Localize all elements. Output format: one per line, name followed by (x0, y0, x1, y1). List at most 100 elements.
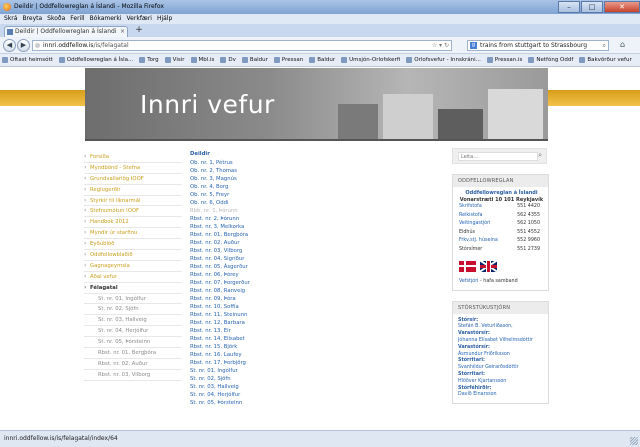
lodge-link[interactable]: Rbst. nr. 01, Bergþóra (190, 231, 350, 239)
left-nav-subitem[interactable]: Rbst. nr. 03, Vilborg (84, 370, 182, 381)
left-nav-item[interactable]: Myndir úr starfinu (84, 228, 182, 240)
officer-name[interactable]: Jóhanna Elísabet Vilhelmsdóttir (458, 338, 543, 345)
close-window-button[interactable]: ✕ (604, 1, 640, 13)
officer-name[interactable]: Hlöðver Kjartansson (458, 379, 543, 386)
menu-tools[interactable]: Verkfæri (127, 14, 152, 24)
lodge-link[interactable]: Ob. nr. 5, Freyr (190, 191, 350, 199)
left-nav-item[interactable]: Styrkir til líknarmál (84, 196, 182, 207)
lodge-link[interactable]: Rbb. nr. 1, Þórunn (190, 207, 350, 215)
maximize-button[interactable]: □ (581, 1, 603, 13)
left-nav-item[interactable]: Grundvallarlög IOOF (84, 174, 182, 185)
bookmark-item[interactable]: Baldur (241, 57, 268, 63)
contact-label[interactable]: Veitingastjóri (459, 220, 490, 229)
contact-label[interactable]: Frkv.stj. húseina (459, 237, 498, 246)
bookmark-item[interactable]: Oftast heimsótt (2, 57, 53, 63)
search-icon[interactable]: ⌕ (603, 41, 606, 50)
left-nav-subitem[interactable]: St. nr. 04, Herjólfur (84, 326, 182, 338)
search-bar[interactable]: g trains from stuttgart to Strassbourg ⌕ (467, 40, 609, 51)
bookmark-item[interactable]: Netfóng Oddf (528, 57, 573, 63)
left-nav-item[interactable]: Eyðublöð (84, 239, 182, 251)
search-icon[interactable]: ⌕ (538, 151, 542, 160)
lodge-link[interactable]: Rbst. nr. 03, Vilborg (190, 247, 350, 255)
contact-label[interactable]: Skrifstofa (459, 203, 482, 212)
left-nav-item[interactable]: Myndbönd - Stefna (84, 163, 182, 174)
left-nav-item[interactable]: Forsíða (84, 152, 182, 163)
lodge-link[interactable]: Rbst. nr. 16, Laufey (190, 351, 350, 359)
google-icon[interactable]: g (470, 42, 477, 49)
lodge-link[interactable]: St. nr. 03, Hallveig (190, 383, 350, 391)
url-bar-icons[interactable]: ☆ ▾ ↻ (432, 41, 449, 50)
lodge-link[interactable]: Ob. nr. 3, Magnús (190, 175, 350, 183)
officer-name[interactable]: Svanhildur Geirarðsdóttir (458, 365, 543, 372)
bookmark-item[interactable]: Mbl.is (190, 57, 214, 63)
officer-name[interactable]: Davíð Einarsson (458, 392, 543, 399)
lodge-link[interactable]: Rbst. nr. 12, Barbara (190, 319, 350, 327)
bookmark-item[interactable]: Dv (220, 57, 236, 63)
lodge-link[interactable]: Ob. nr. 6, Oddi (190, 199, 350, 207)
bookmark-item[interactable]: Pressan.is (486, 57, 522, 63)
bookmark-item[interactable]: Visir (164, 57, 185, 63)
lodge-link[interactable]: St. nr. 01, Ingólfur (190, 367, 350, 375)
left-nav-subitem[interactable]: Rbst. nr. 01, Bergþóra (84, 348, 182, 359)
lodge-link[interactable]: Rbst. nr. 06, Þórey (190, 271, 350, 279)
bookmark-item[interactable]: Torg (139, 57, 159, 63)
tab-close-icon[interactable]: × (120, 27, 125, 37)
resize-grip-icon[interactable] (630, 437, 638, 445)
left-nav-subitem[interactable]: St. nr. 05, Þórsteinn (84, 337, 182, 349)
left-nav-item[interactable]: Félagatal (84, 283, 182, 294)
home-icon[interactable]: ⌂ (620, 40, 625, 49)
tab-deildir[interactable]: Deildir | Oddfellowreglan á Íslandi × (4, 26, 128, 37)
danish-flag-icon[interactable] (459, 260, 476, 272)
forward-button[interactable]: ▶ (17, 39, 30, 52)
back-button[interactable]: ◀ (3, 39, 16, 52)
lodge-link[interactable]: Rbst. nr. 17, Þorbjörg (190, 359, 350, 367)
menu-bookmarks[interactable]: Bókamerki (90, 14, 122, 24)
menu-view[interactable]: Skoða (47, 14, 65, 24)
lodge-link[interactable]: Rbst. nr. 02, Auður (190, 239, 350, 247)
left-nav-item[interactable]: Reglugerðir (84, 185, 182, 196)
lodge-link[interactable]: Rbst. nr. 10, Soffía (190, 303, 350, 311)
webmaster-link[interactable]: Vefstjóri (459, 279, 479, 284)
lodge-link[interactable]: Rbst. nr. 09, Þóra (190, 295, 350, 303)
lodge-link[interactable]: St. nr. 04, Herjólfur (190, 391, 350, 399)
menu-edit[interactable]: Breyta (22, 14, 42, 24)
left-nav-item[interactable]: Handbók 2012 (84, 217, 182, 229)
lodge-link[interactable]: Ob. nr. 4, Borg (190, 183, 350, 191)
bookmark-item[interactable]: Bakvörður vefur (579, 57, 632, 63)
bookmark-item[interactable]: Umsjón-Orlofskerfi (341, 57, 400, 63)
lodge-link[interactable]: Rbst. nr. 15, Björk (190, 343, 350, 351)
lodge-link[interactable]: Ob. nr. 1, Pétrus (190, 159, 350, 167)
lodge-link[interactable]: Ob. nr. 2, Thomas (190, 167, 350, 175)
lodge-link[interactable]: Rbst. nr. 07, Þorgerður (190, 279, 350, 287)
lodge-link[interactable]: Rbst. nr. 04, Sigríður (190, 255, 350, 263)
lodge-link[interactable]: St. nr. 02, Sjöfn (190, 375, 350, 383)
bookmark-item[interactable]: Baldur (309, 57, 335, 63)
lodge-link[interactable]: Rbst. nr. 2, Þórunn (190, 215, 350, 223)
minimize-button[interactable]: – (558, 1, 580, 13)
lodge-link[interactable]: Rbst. nr. 14, Elísabet (190, 335, 350, 343)
lodge-link[interactable]: Rbst. nr. 3, Melkorka (190, 223, 350, 231)
bookmark-item[interactable]: Pressan (273, 57, 303, 63)
left-nav-subitem[interactable]: St. nr. 02, Sjöfn (84, 304, 182, 316)
contact-label[interactable]: Reikistofa (459, 212, 482, 221)
lodge-link[interactable]: Rbst. nr. 08, Ranveig (190, 287, 350, 295)
left-nav-item[interactable]: Oddfellowblaðið (84, 250, 182, 261)
lodge-link[interactable]: St. nr. 05, Þórsteinn (190, 399, 350, 407)
menu-history[interactable]: Ferill (70, 14, 84, 24)
search-input[interactable] (458, 152, 538, 161)
left-nav-subitem[interactable]: Rbst. nr. 02, Auður (84, 359, 182, 370)
lodge-link[interactable]: Rbst. nr. 05, Ásgerður (190, 263, 350, 271)
uk-flag-icon[interactable] (480, 260, 497, 272)
left-nav-item[interactable]: Gagnageymsla (84, 261, 182, 272)
menu-file[interactable]: Skrá (4, 14, 17, 24)
bookmark-item[interactable]: Orlofsvefur - Innskráni... (406, 57, 481, 63)
left-nav-item[interactable]: Stefnumótun IOOF (84, 206, 182, 218)
lodge-link[interactable]: Rbst. nr. 11, Steinunn (190, 311, 350, 319)
left-nav-subitem[interactable]: St. nr. 03, Hallveig (84, 315, 182, 327)
lodge-link[interactable]: Rbst. nr. 13, Eir (190, 327, 350, 335)
left-nav-item[interactable]: Aðal vefur (84, 272, 182, 283)
url-bar[interactable]: innri.oddfellow.is/is/felagatal ☆ ▾ ↻ (32, 40, 452, 51)
new-tab-button[interactable]: + (133, 26, 145, 36)
left-nav-subitem[interactable]: St. nr. 01, Ingólfur (84, 294, 182, 305)
menu-help[interactable]: Hjálp (157, 14, 172, 24)
